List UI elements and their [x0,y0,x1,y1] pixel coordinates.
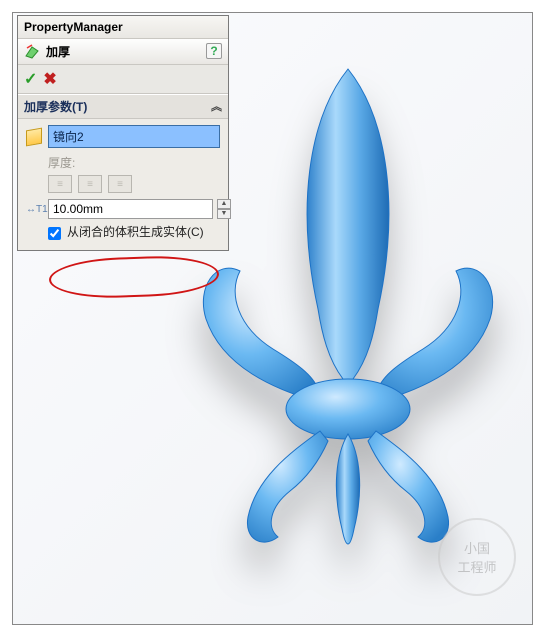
watermark: 小国 工程师 [438,518,516,596]
feature-header: 加厚 ? [18,39,228,65]
ok-cancel-bar: ✓ ✖ [18,65,228,94]
help-button[interactable]: ? [206,43,222,59]
create-solid-label: 从闭合的体积生成实体(C) [67,225,204,240]
thickness-side2-button[interactable]: ≡ [108,175,132,193]
thickness-both-button[interactable]: ≡ [78,175,102,193]
pm-title-text: PropertyManager [24,20,123,34]
property-manager-panel: PropertyManager 加厚 ? ✓ ✖ 加厚参数(T) ︽ 镜向2 [17,15,229,251]
cancel-button[interactable]: ✖ [43,69,56,89]
feature-label: 加厚 [46,43,70,60]
dimension-icon: ↔T1 [26,204,44,215]
params-header-label: 加厚参数(T) [24,98,87,115]
params-section-body: 镜向2 厚度: ≡ ≡ ≡ ↔T1 ▲ ▼ 从闭合的体积生成实体(C) [18,119,228,250]
collapse-icon: ︽ [211,98,222,115]
create-solid-checkbox[interactable] [48,227,61,240]
pm-title-bar: PropertyManager [18,16,228,39]
ok-button[interactable]: ✓ [24,69,37,89]
surface-selection-box[interactable]: 镜向2 [48,125,220,148]
watermark-line2: 工程师 [457,557,496,576]
thickness-side1-button[interactable]: ≡ [48,175,72,193]
surface-selection-icon [26,127,42,146]
params-section-header[interactable]: 加厚参数(T) ︽ [18,94,228,119]
watermark-line1: 小国 [464,538,490,557]
spin-up-button[interactable]: ▲ [217,199,231,209]
thicken-icon [24,44,40,60]
thickness-value-input[interactable] [48,199,213,219]
spin-down-button[interactable]: ▼ [217,209,231,219]
thickness-label: 厚度: [48,154,220,171]
